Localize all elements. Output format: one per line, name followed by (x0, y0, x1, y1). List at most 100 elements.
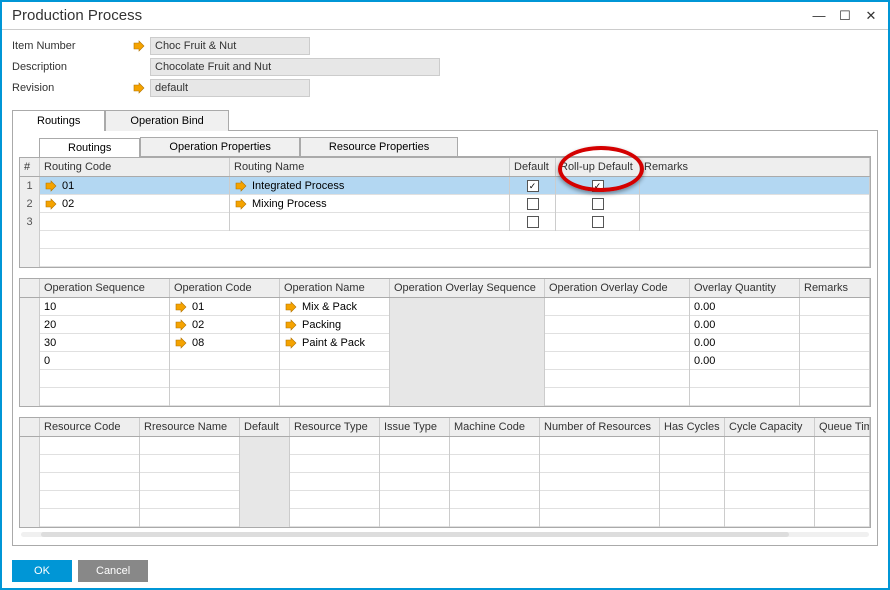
ok-button[interactable]: OK (12, 560, 72, 582)
col-res-default: Default (240, 418, 290, 436)
operation-row-empty[interactable] (20, 370, 870, 388)
production-process-window: Production Process — ☐ ✕ Item Number Cho… (0, 0, 890, 590)
arrow-icon[interactable] (44, 179, 58, 193)
remarks-cell[interactable] (640, 195, 870, 213)
arrow-icon[interactable] (132, 81, 146, 95)
routing-code-cell[interactable]: 01 (40, 177, 230, 195)
routings-row-empty[interactable] (20, 231, 870, 249)
arrow-icon[interactable] (234, 197, 248, 211)
op-remarks-cell[interactable] (800, 352, 870, 370)
overlay-qty-cell[interactable]: 0.00 (690, 352, 800, 370)
subtab-operation-properties[interactable]: Operation Properties (140, 137, 300, 156)
col-op-name: Operation Name (280, 279, 390, 297)
resource-row-empty[interactable] (20, 437, 870, 455)
op-seq-cell[interactable]: 0 (40, 352, 170, 370)
description-field[interactable]: Chocolate Fruit and Nut (150, 58, 440, 76)
overlay-seq-cell[interactable] (390, 334, 545, 352)
routings-grid: # Routing Code Routing Name Default Roll… (19, 157, 871, 268)
resource-row-empty[interactable] (20, 491, 870, 509)
op-code-cell[interactable]: 02 (170, 316, 280, 334)
col-routing-name: Routing Name (230, 158, 510, 176)
arrow-icon[interactable] (284, 318, 298, 332)
overlay-code-cell[interactable] (545, 352, 690, 370)
op-remarks-cell[interactable] (800, 316, 870, 334)
subtab-routings[interactable]: Routings (39, 138, 140, 157)
tab-operation-bind[interactable]: Operation Bind (105, 110, 228, 131)
col-rollup-default: Roll-up Default (556, 158, 640, 176)
overlay-code-cell[interactable] (545, 298, 690, 316)
col-machine-code: Machine Code (450, 418, 540, 436)
default-check[interactable] (510, 195, 556, 213)
operation-row[interactable]: 3008Paint & Pack 0.00 (20, 334, 870, 352)
op-name-cell[interactable]: Packing (280, 316, 390, 334)
col-routing-code: Routing Code (40, 158, 230, 176)
routing-code-cell[interactable]: 02 (40, 195, 230, 213)
col-has-cycles: Has Cycles (660, 418, 725, 436)
maximize-icon[interactable]: ☐ (834, 7, 856, 25)
overlay-qty-cell[interactable]: 0.00 (690, 334, 800, 352)
routings-row[interactable]: 3 (20, 213, 870, 231)
routing-code-cell[interactable] (40, 213, 230, 231)
routing-name-cell[interactable] (230, 213, 510, 231)
col-overlay-qty: Overlay Quantity (690, 279, 800, 297)
arrow-icon[interactable] (234, 179, 248, 193)
tab-routings[interactable]: Routings (12, 110, 105, 131)
op-seq-cell[interactable]: 30 (40, 334, 170, 352)
op-seq-cell[interactable]: 20 (40, 316, 170, 334)
overlay-qty-cell[interactable]: 0.00 (690, 298, 800, 316)
operation-row[interactable]: 1001Mix & Pack 0.00 (20, 298, 870, 316)
resource-row-empty[interactable] (20, 455, 870, 473)
overlay-seq-cell[interactable] (390, 352, 545, 370)
op-name-cell[interactable] (280, 352, 390, 370)
operation-row[interactable]: 00.00 (20, 352, 870, 370)
overlay-qty-cell[interactable]: 0.00 (690, 316, 800, 334)
col-default: Default (510, 158, 556, 176)
overlay-code-cell[interactable] (545, 316, 690, 334)
operation-row-empty[interactable] (20, 388, 870, 406)
op-name-cell[interactable]: Mix & Pack (280, 298, 390, 316)
arrow-icon[interactable] (174, 300, 188, 314)
cancel-button[interactable]: Cancel (78, 560, 148, 582)
minimize-icon[interactable]: — (808, 7, 830, 25)
op-code-cell[interactable]: 01 (170, 298, 280, 316)
item-number-field[interactable]: Choc Fruit & Nut (150, 37, 310, 55)
resource-row-empty[interactable] (20, 509, 870, 527)
revision-field[interactable]: default (150, 79, 310, 97)
rollup-check[interactable] (556, 195, 640, 213)
description-label: Description (12, 61, 132, 73)
default-check[interactable]: ✓ (510, 177, 556, 195)
op-code-cell[interactable] (170, 352, 280, 370)
overlay-seq-cell[interactable] (390, 298, 545, 316)
col-op-code: Operation Code (170, 279, 280, 297)
remarks-cell[interactable] (640, 177, 870, 195)
operation-row[interactable]: 2002Packing 0.00 (20, 316, 870, 334)
routings-row-empty[interactable] (20, 249, 870, 267)
default-check[interactable] (510, 213, 556, 231)
op-remarks-cell[interactable] (800, 334, 870, 352)
arrow-icon[interactable] (174, 336, 188, 350)
overlay-seq-cell[interactable] (390, 316, 545, 334)
arrow-icon[interactable] (174, 318, 188, 332)
arrow-icon[interactable] (284, 336, 298, 350)
arrow-icon[interactable] (284, 300, 298, 314)
op-seq-cell[interactable]: 10 (40, 298, 170, 316)
op-remarks-cell[interactable] (800, 298, 870, 316)
resources-grid: Resource Code Rresource Name Default Res… (19, 417, 871, 528)
rollup-check[interactable] (556, 213, 640, 231)
remarks-cell[interactable] (640, 213, 870, 231)
routing-name-cell[interactable]: Mixing Process (230, 195, 510, 213)
rollup-check[interactable]: ✓ (556, 177, 640, 195)
routings-row[interactable]: 101Integrated Process✓✓ (20, 177, 870, 195)
op-code-cell[interactable]: 08 (170, 334, 280, 352)
routings-row[interactable]: 202Mixing Process (20, 195, 870, 213)
resource-row-empty[interactable] (20, 473, 870, 491)
overlay-code-cell[interactable] (545, 334, 690, 352)
horizontal-scrollbar[interactable] (21, 532, 869, 537)
arrow-icon[interactable] (132, 39, 146, 53)
arrow-icon[interactable] (44, 197, 58, 211)
routing-name-cell[interactable]: Integrated Process (230, 177, 510, 195)
close-icon[interactable]: ✕ (860, 7, 882, 25)
op-name-cell[interactable]: Paint & Pack (280, 334, 390, 352)
col-res-type: Resource Type (290, 418, 380, 436)
subtab-resource-properties[interactable]: Resource Properties (300, 137, 458, 156)
